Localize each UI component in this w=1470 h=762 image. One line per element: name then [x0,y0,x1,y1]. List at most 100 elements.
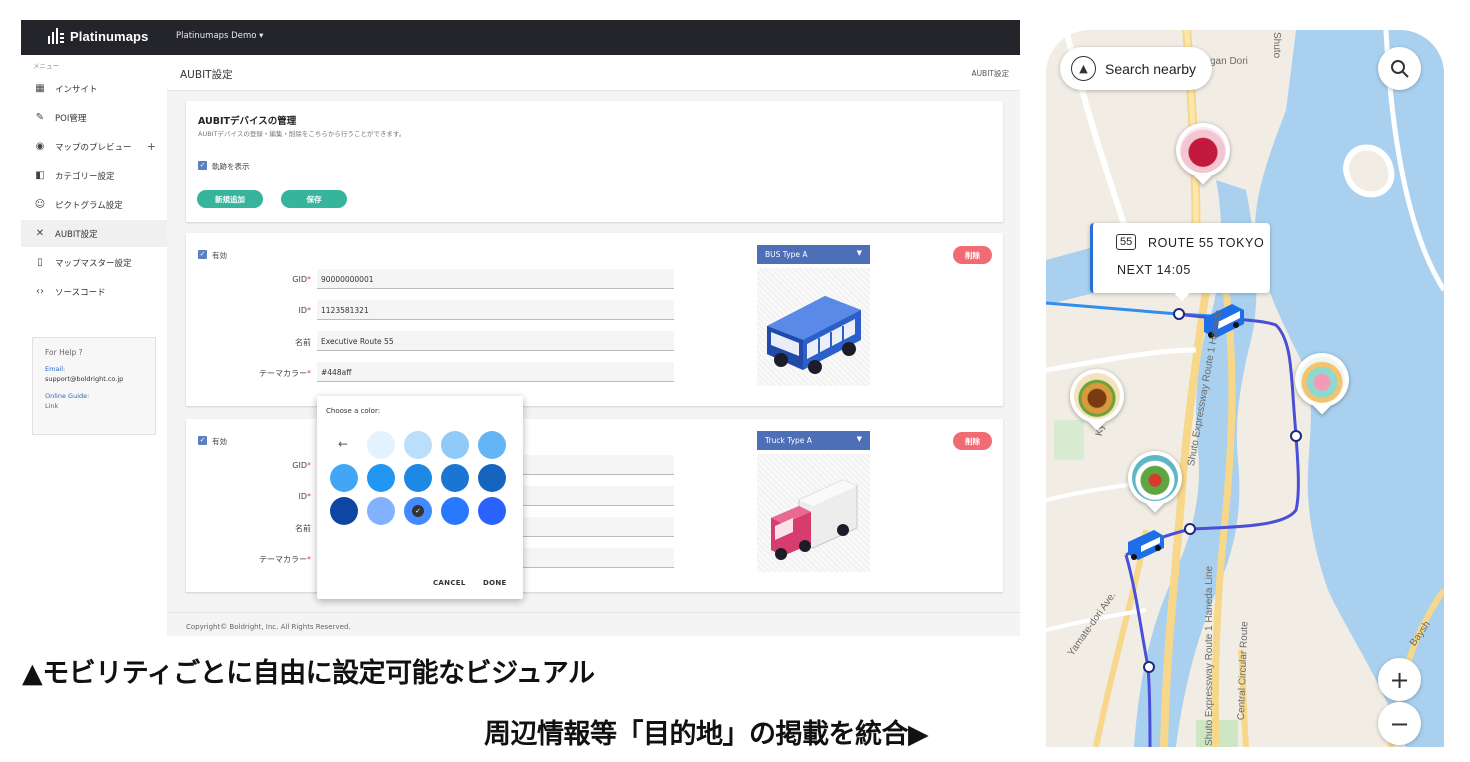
vehicle-type-select[interactable]: Truck Type A ▼ [757,431,870,450]
expand-plus-icon[interactable]: + [147,140,156,153]
navigation-arrow-icon: ▲ [1071,56,1096,81]
dashboard-icon: ▦ [35,83,45,94]
color-swatch[interactable] [404,431,432,459]
color-swatch[interactable] [441,464,469,492]
support-email[interactable]: support@boldright.co.jp [45,374,143,384]
poi-marker-burger[interactable] [1070,369,1124,431]
route-info-card[interactable]: 55 ROUTE 55 TOKYO NEXT 14:05 [1090,223,1270,302]
device-card-bus: ✓ 有効 GID* 90000000001 ID* 1123581321 名前 … [186,233,1003,406]
color-swatch[interactable]: ✓ [404,497,432,525]
burger-icon [1074,373,1120,419]
enabled-label: 有効 [212,437,227,446]
enabled-label: 有効 [212,251,227,260]
brand-logo[interactable]: Platinumaps [48,28,148,44]
sidebar-item-poi[interactable]: ✎ POI管理 [21,104,167,131]
breadcrumb: AUBIT設定 [971,69,1009,78]
sidebar-item-insight[interactable]: ▦ インサイト [21,75,167,102]
color-label: テーマカラー* [259,369,311,378]
color-swatch[interactable] [330,497,358,525]
id-label: ID* [298,306,311,315]
caret-down-icon: ▼ [856,249,862,257]
edit-location-icon: ✎ [35,112,45,123]
color-label: テーマカラー* [259,555,311,564]
tools-icon: ✕ [35,228,45,239]
road-label: gan Dori [1210,56,1248,67]
enabled-checkbox[interactable]: ✓ [198,250,207,259]
color-field[interactable]: #448aff [317,362,674,382]
sidebar: メニュー ▦ インサイト ✎ POI管理 ◉ マップのプレビュー + ◧ カテゴ… [21,55,167,636]
sidebar-item-source[interactable]: ‹› ソースコード [21,278,167,305]
search-button[interactable] [1378,47,1421,90]
sidebar-item-label: ソースコード [55,287,106,298]
footer: Copyright© Boldright, Inc. All Rights Re… [167,612,1020,636]
color-swatch[interactable] [404,464,432,492]
color-swatch[interactable] [367,431,395,459]
color-swatch[interactable] [367,464,395,492]
color-swatch[interactable] [441,497,469,525]
search-icon [1390,59,1409,78]
name-field[interactable]: Executive Route 55 [317,331,674,351]
color-swatch[interactable] [478,431,506,459]
sidebar-item-pictogram[interactable]: ☺ ピクトグラム設定 [21,191,167,218]
picker-title: Choose a color: [326,407,381,415]
manage-subtitle: AUBITデバイスの登録・編集・削除をこちらから行うことができます。 [198,130,406,138]
cancel-button[interactable]: CANCEL [433,579,466,587]
gid-field[interactable]: 90000000001 [317,269,674,289]
page-title: AUBIT設定 [180,69,233,81]
sidebar-item-map-preview[interactable]: ◉ マップのプレビュー + [21,133,167,160]
color-swatch[interactable] [478,497,506,525]
poi-marker-salad[interactable] [1128,451,1182,513]
show-track-label: 軌跡を表示 [212,162,250,171]
delete-button[interactable]: 削除 [953,432,992,450]
route-name: ROUTE 55 TOKYO [1148,236,1265,250]
check-icon: ✓ [412,505,424,517]
color-swatch[interactable] [367,497,395,525]
color-swatch[interactable] [478,464,506,492]
layers-icon: ◧ [35,170,45,181]
done-button[interactable]: DONE [483,579,507,587]
add-new-button[interactable]: 新規追加 [197,190,263,208]
content-header: AUBIT設定 AUBIT設定 [167,55,1020,91]
poi-marker-drink[interactable] [1176,123,1230,185]
enabled-checkbox[interactable]: ✓ [198,436,207,445]
guide-link[interactable]: Link [45,401,143,411]
guide-label: Online Guide: [45,392,90,400]
sidebar-item-category[interactable]: ◧ カテゴリー設定 [21,162,167,189]
color-swatch[interactable] [441,431,469,459]
id-field[interactable]: 1123581321 [317,300,674,320]
next-departure: NEXT 14:05 [1117,263,1191,277]
caret-down-icon: ▼ [856,435,862,443]
device-card-truck: ✓ 有効 GID* ID* 名前 テーマカラー* Truck Type A ▼ 削… [186,419,1003,592]
arrow-back-icon[interactable]: ← [338,437,348,451]
caption-left: ▲モビリティごとに自由に設定可能なビジュアル [22,658,595,689]
save-button[interactable]: 保存 [281,190,347,208]
bus-illustration-icon [767,296,861,374]
sidebar-item-label: マップマスター設定 [55,258,132,269]
menu-label: メニュー [33,62,59,70]
help-title: For Help ? [45,348,83,357]
zoom-in-button[interactable]: + [1378,658,1421,701]
sidebar-item-label: インサイト [55,84,98,95]
help-box: For Help ? Email: support@boldright.co.j… [32,337,156,435]
search-nearby-button[interactable]: ▲ Search nearby [1060,47,1212,90]
sidebar-item-aubit[interactable]: ✕ AUBIT設定 [21,220,167,247]
vehicle-type-select[interactable]: BUS Type A ▼ [757,245,870,264]
project-selector[interactable]: Platinumaps Demo ▾ [176,31,263,41]
sidebar-item-map-master[interactable]: ▯ マップマスター設定 [21,249,167,276]
name-label: 名前 [295,338,311,347]
gid-label: GID* [292,275,311,284]
truck-illustration-icon [771,479,858,560]
drink-icon [1180,127,1226,173]
route-number-badge: 55 [1116,234,1137,250]
top-bar: Platinumaps Platinumaps Demo ▾ [21,20,1020,55]
delete-button[interactable]: 削除 [953,246,992,264]
show-track-checkbox[interactable]: ✓ [198,161,207,170]
macaron-icon [1299,357,1345,403]
sidebar-item-label: POI管理 [55,113,87,124]
color-swatch[interactable] [330,464,358,492]
road-label: Shuto Expressway Route 1 Haneda Line [1204,565,1215,746]
zoom-out-button[interactable]: − [1378,702,1421,745]
phone-map: gan Dori Shuto Shuto Expressway Route 1 … [1046,30,1444,747]
sidebar-item-label: カテゴリー設定 [55,171,115,182]
poi-marker-macaron[interactable] [1295,353,1349,415]
